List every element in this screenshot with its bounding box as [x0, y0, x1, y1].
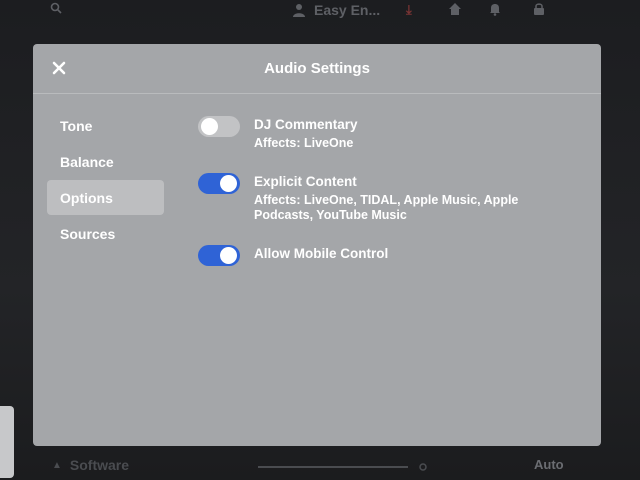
setting-title: Explicit Content: [254, 174, 357, 189]
dj-commentary-toggle[interactable]: [198, 116, 240, 137]
arrow-up-icon: ▲: [52, 459, 62, 471]
sidebar-item-balance[interactable]: Balance: [47, 144, 164, 179]
sidebar-item-sources[interactable]: Sources: [47, 216, 164, 251]
sidebar-item-label: Balance: [60, 153, 114, 170]
setting-title: DJ Commentary: [254, 117, 358, 132]
download-icon[interactable]: ⤓: [406, 2, 412, 18]
brightness-slider[interactable]: [258, 462, 434, 472]
explicit-content-toggle[interactable]: [198, 173, 240, 194]
setting-text: Allow Mobile Control: [254, 246, 554, 262]
home-icon[interactable]: [448, 2, 462, 16]
person-icon: [293, 4, 305, 17]
profile-name: Easy En...: [314, 2, 381, 18]
profile-button[interactable]: Easy En...: [292, 2, 380, 18]
auto-label[interactable]: Auto: [534, 457, 564, 472]
modal-header: Audio Settings: [33, 44, 601, 94]
top-status-bar: Easy En... ⤓: [0, 0, 640, 26]
lock-icon[interactable]: [532, 2, 546, 16]
software-label: Software: [69, 457, 130, 473]
toggle-knob: [201, 118, 218, 135]
setting-title: Allow Mobile Control: [254, 246, 389, 261]
sidebar-item-label: Options: [60, 189, 113, 206]
software-button[interactable]: ▲ Software: [52, 457, 129, 473]
bell-icon[interactable]: [488, 2, 502, 16]
sidebar-item-options[interactable]: Options: [47, 180, 164, 215]
modal-title: Audio Settings: [264, 60, 370, 77]
setting-subtitle: Affects: LiveOne: [254, 136, 354, 150]
sidebar-item-label: Sources: [60, 225, 116, 242]
toggle-knob: [220, 247, 237, 264]
search-icon: [50, 2, 62, 14]
sidebar-item-tone[interactable]: Tone: [47, 108, 164, 143]
toggle-knob: [220, 175, 237, 192]
settings-sidebar: Tone Balance Options Sources: [47, 108, 165, 252]
allow-mobile-control-toggle[interactable]: [198, 245, 240, 266]
setting-text: Explicit Content Affects: LiveOne, TIDAL…: [254, 174, 554, 223]
setting-text: DJ Commentary Affects: LiveOne: [254, 117, 554, 151]
audio-settings-modal: Audio Settings Tone Balance Options Sour…: [33, 44, 601, 446]
screen-background: Easy En... ⤓ ▲ Software Auto Audio Setti…: [0, 0, 640, 480]
sidebar-item-label: Tone: [60, 117, 93, 134]
setting-subtitle: Affects: LiveOne, TIDAL, Apple Music, Ap…: [254, 193, 519, 222]
bottom-bar: ▲ Software Auto: [0, 448, 640, 480]
